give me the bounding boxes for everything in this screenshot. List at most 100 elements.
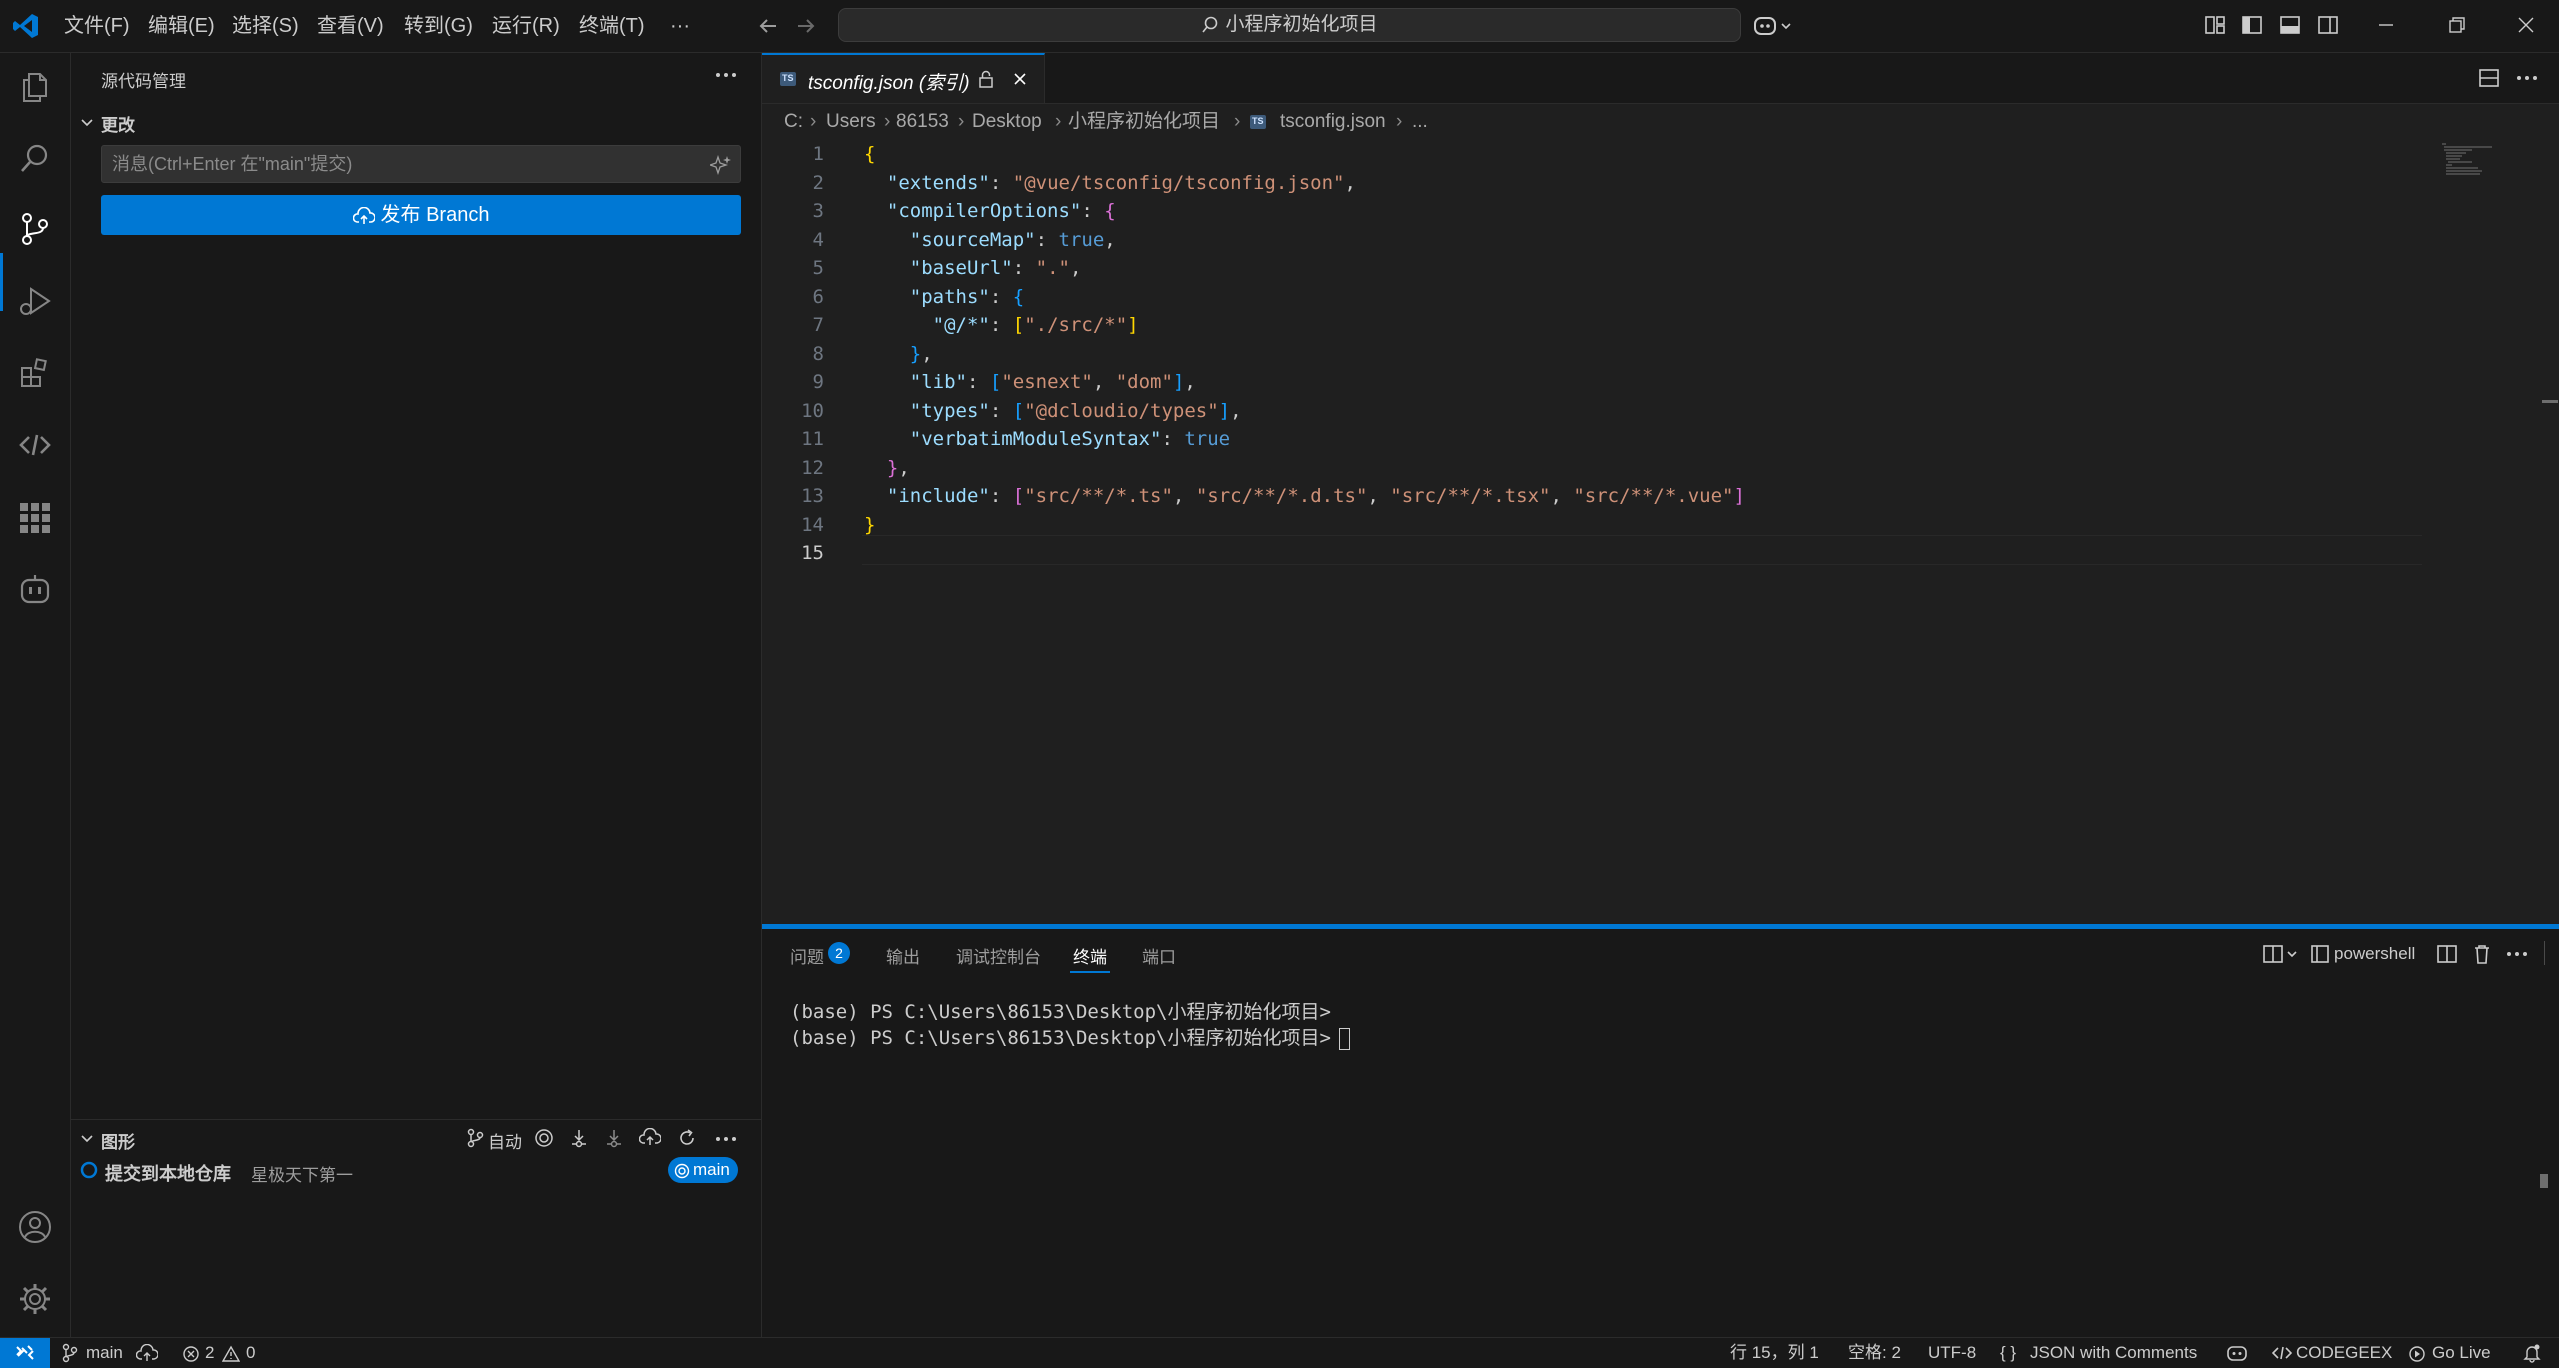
branch-badge-label: main [693, 1160, 730, 1179]
remote-indicator[interactable] [0, 1338, 50, 1368]
line-number: 15 [801, 542, 824, 564]
apps-grid-icon[interactable] [17, 499, 53, 535]
run-debug-icon[interactable] [17, 283, 53, 319]
notifications-bell-icon[interactable] [2522, 1343, 2542, 1363]
line-number: 12 [801, 456, 824, 479]
search-icon [1201, 16, 1219, 34]
status-go-live[interactable]: Go Live [2432, 1338, 2491, 1368]
line-number: 8 [812, 342, 824, 365]
menu-view[interactable]: 查看(V) [317, 0, 384, 52]
minimize-icon[interactable] [2375, 14, 2397, 36]
fetch-icon[interactable] [569, 1128, 589, 1148]
menu-more[interactable]: ··· [670, 0, 690, 52]
status-language[interactable]: JSON with Comments [2030, 1338, 2197, 1368]
explorer-icon[interactable] [17, 69, 53, 105]
tab-tsconfig[interactable]: TS tsconfig.json (索引) [762, 53, 1045, 103]
codegeex-icon[interactable] [17, 427, 53, 463]
push-cloud-icon[interactable] [639, 1128, 661, 1148]
settings-gear-icon[interactable] [17, 1281, 53, 1317]
source-control-icon[interactable] [17, 211, 53, 247]
status-cursor-position[interactable]: 行 15，列 1 [1730, 1338, 1819, 1368]
menu-selection[interactable]: 选择(S) [232, 0, 299, 52]
tab-debug-console[interactable]: 调试控制台 [956, 943, 1041, 968]
tab-terminal[interactable]: 终端 [1073, 943, 1107, 968]
minimap[interactable] [2432, 140, 2542, 180]
toggle-secondary-sidebar-icon[interactable] [2317, 14, 2339, 36]
graph-more-icon[interactable] [715, 1135, 737, 1143]
customize-layout-icon[interactable] [2204, 14, 2226, 36]
graph-commit-title[interactable]: 提交到本地仓库 [105, 1160, 231, 1186]
editor-tab-bar: TS tsconfig.json (索引) [762, 53, 2559, 104]
editor-more-icon[interactable] [2516, 74, 2538, 82]
status-copilot-icon[interactable] [2226, 1342, 2248, 1364]
commit-message-input[interactable]: 消息(Ctrl+Enter 在"main"提交) [101, 145, 741, 183]
breadcrumb-symbol[interactable]: ... [1412, 104, 1428, 140]
status-encoding[interactable]: UTF-8 [1928, 1338, 1976, 1368]
split-terminal-icon[interactable] [2436, 943, 2458, 965]
more-actions-icon[interactable] [715, 71, 737, 79]
terminal-shell-label[interactable]: powershell [2334, 944, 2415, 964]
badge-target-icon [674, 1163, 690, 1179]
trash-icon[interactable] [2472, 943, 2492, 965]
terminal-scrollbar[interactable] [2540, 1174, 2548, 1188]
breadcrumb-separator: › [1055, 111, 1062, 132]
menu-goto[interactable]: 转到(G) [404, 0, 473, 52]
line-number: 4 [812, 228, 824, 251]
graph-section-header[interactable]: 图形 [101, 1128, 135, 1153]
robot-icon[interactable] [17, 571, 53, 607]
breadcrumb-project[interactable]: 小程序初始化项目 [1068, 104, 1220, 140]
breadcrumb-desktop[interactable]: Desktop [972, 104, 1042, 140]
restore-icon[interactable] [2446, 14, 2468, 36]
menu-edit[interactable]: 编辑(E) [148, 0, 215, 52]
menu-run[interactable]: 运行(R) [492, 0, 560, 52]
breadcrumb-users[interactable]: Users [826, 104, 876, 140]
status-branch[interactable]: main [86, 1338, 123, 1368]
graph-auto-label[interactable]: 自动 [488, 1128, 522, 1153]
breadcrumb-file[interactable]: tsconfig.json [1280, 104, 1386, 140]
menu-terminal[interactable]: 终端(T) [579, 0, 645, 52]
terminal-output[interactable]: (base) PS C:\Users\86153\Desktop\小程序初始化项… [790, 999, 1350, 1051]
refresh-icon[interactable] [677, 1128, 697, 1148]
status-indentation[interactable]: 空格: 2 [1848, 1338, 1901, 1368]
graph-branch-icon[interactable] [466, 1128, 484, 1148]
close-window-icon[interactable] [2515, 14, 2537, 36]
warning-icon[interactable] [222, 1345, 240, 1363]
target-icon[interactable] [534, 1128, 554, 1148]
copilot-icon[interactable] [1752, 12, 1796, 40]
accounts-icon[interactable] [17, 1209, 53, 1245]
line-number: 3 [812, 200, 824, 222]
error-icon[interactable] [182, 1345, 200, 1363]
breadcrumb-drive[interactable]: C: [784, 104, 803, 140]
status-warnings[interactable]: 0 [246, 1338, 255, 1368]
menu-file[interactable]: 文件(F) [64, 0, 130, 52]
tab-close-icon[interactable] [1012, 71, 1028, 87]
toggle-panel-icon[interactable] [2279, 14, 2301, 36]
pull-icon[interactable] [604, 1128, 624, 1148]
forward-arrow-icon[interactable] [794, 14, 818, 38]
graph-chevron-down-icon[interactable] [79, 1131, 95, 1147]
changes-section-header[interactable]: 更改 [101, 111, 135, 136]
extensions-icon[interactable] [17, 355, 53, 391]
breadcrumb-86153[interactable]: 86153 [896, 104, 949, 140]
publish-branch-button[interactable]: 发布 Branch [101, 195, 741, 235]
status-errors[interactable]: 2 [205, 1338, 214, 1368]
tab-output[interactable]: 输出 [886, 943, 920, 968]
overview-ruler-marker [2542, 400, 2558, 403]
search-view-icon[interactable] [17, 141, 53, 177]
status-codegeex[interactable]: CODEGEEX [2296, 1338, 2392, 1368]
toggle-primary-sidebar-icon[interactable] [2241, 14, 2263, 36]
code-editor[interactable]: 1 2 3 4 5 6 7 8 9 10 11 12 13 14 15 { "e… [762, 140, 2559, 926]
tab-problems[interactable]: 问题 [790, 943, 824, 968]
tab-ports[interactable]: 端口 [1142, 943, 1176, 968]
publish-cloud-icon[interactable] [136, 1344, 158, 1362]
panel-more-icon[interactable] [2506, 950, 2528, 958]
code-line: "compilerOptions": { [886, 200, 1116, 222]
ts-file-icon: TS [780, 72, 796, 86]
split-editor-icon[interactable] [2478, 67, 2500, 89]
chevron-down-icon[interactable] [79, 115, 95, 131]
current-line-highlight [862, 535, 2422, 565]
command-center-search[interactable]: 小程序初始化项目 [838, 8, 1741, 42]
back-arrow-icon[interactable] [756, 14, 780, 38]
sparkle-generate-icon[interactable] [710, 155, 732, 175]
new-terminal-split-icon[interactable] [2262, 943, 2302, 965]
